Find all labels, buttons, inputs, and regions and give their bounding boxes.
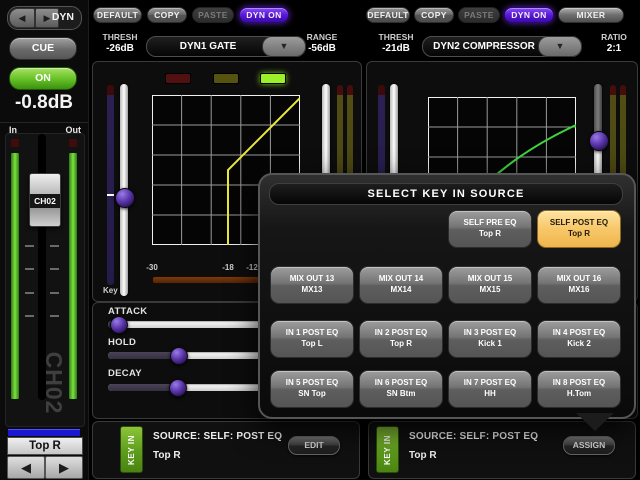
dyn1-range-label: RANGE bbox=[306, 32, 338, 42]
view-prev-button[interactable]: ◀ bbox=[9, 8, 35, 28]
dyn1-keyin-name: Top R bbox=[153, 450, 181, 461]
gate-open-led bbox=[260, 73, 286, 84]
dyn1-keyin-source: SOURCE: SELF: POST EQ bbox=[153, 431, 283, 442]
keyin-source-button-in6[interactable]: IN 6 POST EQ SN Btm bbox=[359, 370, 443, 408]
attack-knob[interactable] bbox=[110, 316, 128, 334]
right-arrow-icon: ▶ bbox=[59, 460, 69, 475]
dyn1-default-button[interactable]: DEFAULT bbox=[93, 7, 142, 23]
dyn1-range-value: -56dB bbox=[308, 43, 336, 54]
keyin-source-button-mixout16[interactable]: MIX OUT 16 MX16 bbox=[537, 266, 621, 304]
keyin-source-button-in7[interactable]: IN 7 POST EQ HH bbox=[448, 370, 532, 408]
fader-level-readout: -0.8dB bbox=[14, 92, 74, 113]
dyn2-thresh-value: -21dB bbox=[382, 43, 410, 54]
view-label: DYN bbox=[51, 11, 74, 23]
dyn1-on-button[interactable]: DYN ON bbox=[239, 7, 289, 23]
left-arrow-icon: ◀ bbox=[21, 460, 31, 475]
dyn2-thresh-label: THRESH bbox=[378, 32, 414, 42]
gate-hold-led bbox=[213, 73, 239, 84]
in-clip-led bbox=[11, 139, 19, 147]
fader-cap-label: CH02 bbox=[30, 194, 60, 208]
dyn2-on-button[interactable]: DYN ON bbox=[504, 7, 554, 23]
channel-color-bar bbox=[8, 429, 80, 436]
keyin-source-button-self-pre-eq[interactable]: SELF PRE EQ Top R bbox=[448, 210, 532, 248]
dyn1-paste-button[interactable]: PASTE bbox=[192, 7, 234, 23]
in-level-meter bbox=[11, 153, 19, 399]
channel-prev-button[interactable]: ◀ bbox=[7, 456, 45, 479]
dyn2-keyin-source: SOURCE: SELF: POST EQ bbox=[409, 431, 539, 442]
attack-label: ATTACK bbox=[108, 306, 148, 317]
dyn1-thresh-label: THRESH bbox=[102, 32, 138, 42]
hold-label: HOLD bbox=[108, 337, 137, 348]
channel-watermark: CH02 bbox=[41, 351, 67, 415]
keyin-source-button-self-post-eq[interactable]: SELF POST EQ Top R bbox=[537, 210, 621, 248]
dyn1-key-caption: Key bbox=[103, 286, 118, 295]
channel-fader-handle[interactable]: CH02 bbox=[29, 173, 61, 227]
channel-on-button[interactable]: ON bbox=[9, 67, 77, 90]
dyn2-paste-button[interactable]: PASTE bbox=[458, 7, 500, 23]
keyin-source-button-in5[interactable]: IN 5 POST EQ SN Top bbox=[270, 370, 354, 408]
dyn1-keyin-tab: KEY IN bbox=[120, 426, 143, 473]
out-clip-led bbox=[69, 139, 77, 147]
dyn2-ratio-knob[interactable] bbox=[589, 131, 609, 151]
left-arrow-icon: ◀ bbox=[18, 13, 26, 23]
dyn1-copy-button[interactable]: COPY bbox=[147, 7, 187, 23]
keyin-source-button-in3[interactable]: IN 3 POST EQ Kick 1 bbox=[448, 320, 532, 358]
dyn1-axis-tick: -30 bbox=[146, 263, 158, 272]
dyn2-keyin-name: Top R bbox=[409, 450, 437, 461]
dyn1-keyin-edit-button[interactable]: EDIT bbox=[288, 436, 340, 455]
keyin-source-button-mixout14[interactable]: MIX OUT 14 MX14 bbox=[359, 266, 443, 304]
dyn2-type-value: DYN2 COMPRESSOR bbox=[433, 41, 535, 52]
view-nav: ◀ ▶ DYN bbox=[7, 6, 82, 30]
keyin-source-button-in8[interactable]: IN 8 POST EQ H.Tom bbox=[537, 370, 621, 408]
decay-knob[interactable] bbox=[169, 379, 187, 397]
dyn1-thresh-value: -26dB bbox=[106, 43, 134, 54]
hold-knob[interactable] bbox=[170, 347, 188, 365]
keyin-source-button-in1[interactable]: IN 1 POST EQ Top L bbox=[270, 320, 354, 358]
keyin-source-button-mixout15[interactable]: MIX OUT 15 MX15 bbox=[448, 266, 532, 304]
dyn2-ratio-label: RATIO bbox=[601, 32, 627, 42]
dyn2-keyin-assign-button[interactable]: ASSIGN bbox=[563, 436, 615, 455]
keyin-source-button-in2[interactable]: IN 2 POST EQ Top R bbox=[359, 320, 443, 358]
dyn2-ratio-value: 2:1 bbox=[606, 43, 622, 54]
keyin-source-button-in4[interactable]: IN 4 POST EQ Kick 2 bbox=[537, 320, 621, 358]
decay-label: DECAY bbox=[108, 368, 142, 379]
right-arrow-icon: ▶ bbox=[43, 13, 51, 23]
channel-name-label: Top R bbox=[7, 437, 83, 455]
dyn2-default-button[interactable]: DEFAULT bbox=[366, 7, 410, 23]
select-keyin-source-popup: SELECT KEY IN SOURCE SELF PRE EQ Top R S… bbox=[258, 173, 636, 419]
dyn1-type-dropdown[interactable]: DYN1 GATE ▼ bbox=[146, 36, 306, 57]
dyn2-keyin-tab: KEY IN bbox=[376, 426, 399, 473]
dyn2-type-dropdown[interactable]: DYN2 COMPRESSOR ▼ bbox=[422, 36, 582, 57]
mixer-button[interactable]: MIXER bbox=[558, 7, 624, 23]
gate-closed-led bbox=[165, 73, 191, 84]
dynamics-screen: ◀ ▶ DYN CUE ON -0.8dB In Out CH02 CH02 T… bbox=[0, 0, 640, 480]
keyin-source-button-mixout13[interactable]: MIX OUT 13 MX13 bbox=[270, 266, 354, 304]
channel-next-button[interactable]: ▶ bbox=[45, 456, 83, 479]
popup-title: SELECT KEY IN SOURCE bbox=[269, 183, 623, 205]
out-level-meter bbox=[69, 153, 77, 399]
dyn1-key-thresh-tick bbox=[107, 194, 114, 196]
dyn2-copy-button[interactable]: COPY bbox=[414, 7, 454, 23]
popup-pointer-icon bbox=[576, 413, 614, 431]
dyn1-thresh-knob[interactable] bbox=[115, 188, 135, 208]
chevron-down-icon[interactable]: ▼ bbox=[538, 36, 582, 57]
dyn1-key-meter bbox=[107, 85, 114, 285]
cue-button[interactable]: CUE bbox=[9, 37, 77, 60]
channel-strip-sidebar: ◀ ▶ DYN CUE ON -0.8dB In Out CH02 CH02 T… bbox=[0, 0, 89, 480]
dyn1-type-value: DYN1 GATE bbox=[179, 41, 237, 52]
dyn1-axis-tick: -18 bbox=[222, 263, 234, 272]
